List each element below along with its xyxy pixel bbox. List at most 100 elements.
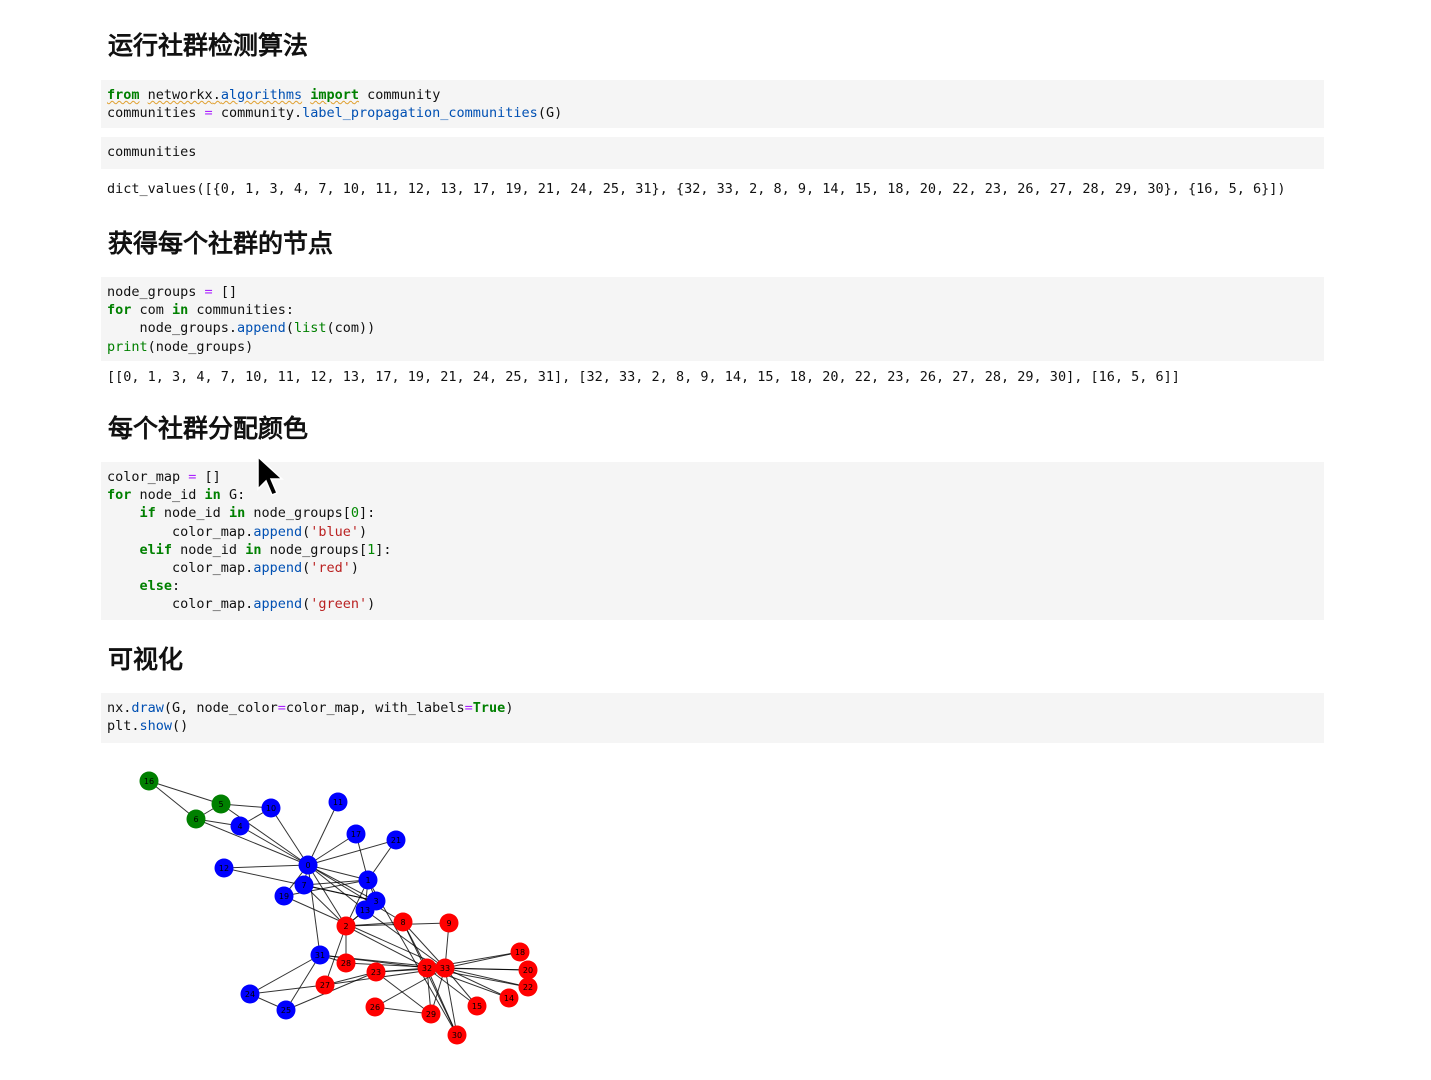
- graph-node-14: 14: [499, 988, 519, 1008]
- code-token: node_groups[: [261, 541, 368, 558]
- graph-node-label: 28: [341, 959, 351, 968]
- builtin: list: [293, 320, 327, 337]
- graph-node-7: 7: [294, 875, 314, 895]
- code-token: communities:: [188, 302, 294, 319]
- graph-edge-25-31: [285, 954, 321, 1011]
- graph-node-label: 22: [523, 983, 533, 992]
- graph-node-30: 30: [447, 1025, 467, 1045]
- network-graph-plot: 012345678 9101112131415161718192021222324…: [139, 771, 538, 1045]
- keyword-from: from: [107, 87, 140, 103]
- section-title-assign-colors: 每个社群分配颜色: [108, 414, 309, 443]
- graph-node-31: 31: [310, 945, 330, 965]
- code-token: (node_groups): [147, 338, 254, 355]
- operator: =: [204, 105, 213, 122]
- graph-node-2: 2: [336, 916, 356, 936]
- graph-node-22: 22: [518, 977, 538, 997]
- code-token: node_groups[: [245, 505, 351, 522]
- module-part: networkx: [147, 87, 213, 103]
- code-token: communities: [107, 105, 197, 122]
- graph-node-11: 11: [328, 792, 348, 812]
- graph-node-label: 4: [237, 822, 242, 831]
- code-cell-2[interactable]: communities: [101, 137, 1324, 169]
- graph-node-5: 5: [211, 794, 231, 814]
- graph-edge-24-31: [249, 954, 321, 995]
- graph-node-label: 15: [472, 1002, 482, 1011]
- operator: =: [464, 700, 473, 716]
- graph-node-label: 29: [426, 1010, 436, 1019]
- graph-node-33: 33: [435, 958, 455, 978]
- graph-node-15: 15: [467, 996, 487, 1016]
- graph-node-12: 12: [214, 858, 234, 878]
- graph-node-label: 0: [305, 861, 310, 870]
- graph-node-23: 23: [366, 962, 386, 982]
- graph-node-13: 13: [355, 900, 375, 920]
- keyword: for: [107, 302, 132, 319]
- graph-node-label: 14: [504, 994, 514, 1003]
- keyword: in: [228, 505, 246, 522]
- module-dot: .: [212, 87, 221, 103]
- code-cell-3-source: node_groups = [] for com in communities:…: [107, 283, 1318, 356]
- cell-2-output: dict_values([{0, 1, 3, 4, 7, 10, 11, 12,…: [107, 181, 1286, 197]
- string: 'red': [310, 560, 351, 577]
- code-cell-3[interactable]: node_groups = [] for com in communities:…: [101, 277, 1324, 361]
- code-token: (com)): [326, 320, 376, 337]
- graph-node-label: 5: [218, 800, 223, 809]
- graph-edge-0-10: [270, 807, 309, 866]
- graph-edge-22-33: [444, 967, 529, 988]
- code-cell-5[interactable]: nx.draw(G, node_color=color_map, with_la…: [101, 693, 1324, 743]
- graph-node-29: 29: [421, 1004, 441, 1024]
- graph-node-4: 4: [230, 816, 250, 836]
- section-title-community-nodes: 获得每个社群的节点: [108, 229, 334, 258]
- code-token: node_id: [172, 541, 246, 558]
- code-cell-1[interactable]: from networkx.algorithms import communit…: [101, 80, 1324, 128]
- graph-edge-14-33: [444, 967, 510, 999]
- mouse-cursor-icon: [257, 455, 284, 496]
- graph-node-label: 31: [315, 951, 325, 960]
- code-token: node_groups: [107, 284, 205, 300]
- graph-node-label: 2: [343, 922, 348, 931]
- graph-edge-1-7: [303, 879, 369, 886]
- graph-node-label: 11: [333, 798, 343, 807]
- code-token: (G, node_color: [163, 700, 278, 716]
- keyword: for: [107, 487, 132, 504]
- module-part: algorithms: [220, 87, 303, 103]
- graph-node-0: 0: [298, 855, 318, 875]
- code-token: com: [131, 302, 173, 319]
- graph-node-16: 16: [139, 771, 159, 791]
- graph-node-label: 19: [279, 892, 289, 901]
- string: 'green': [310, 596, 368, 613]
- import-name: community: [367, 87, 441, 103]
- code-token: (G): [537, 105, 563, 122]
- graph-node-label: 27: [320, 981, 330, 990]
- code-token: ): [359, 523, 368, 540]
- function-name: append: [253, 596, 303, 613]
- graph-node-26: 26: [365, 997, 385, 1017]
- graph-node-label: 13: [360, 906, 370, 915]
- keyword: in: [204, 487, 221, 504]
- code-token: (: [302, 560, 311, 577]
- code-token: color_map.: [107, 596, 254, 613]
- section-title-community-detection: 运行社群检测算法: [108, 31, 309, 60]
- graph-edge-0-21: [307, 839, 397, 866]
- graph-node-label: 30: [452, 1031, 462, 1040]
- graph-edge-0-2: [307, 864, 347, 927]
- code-token: (: [302, 596, 311, 613]
- graph-node-label: 10: [266, 804, 276, 813]
- code-token: ]:: [359, 505, 376, 522]
- graph-edge-24-27: [249, 984, 326, 995]
- graph-edges: [148, 780, 529, 1036]
- graph-node-20: 20: [518, 960, 538, 980]
- code-token: node_id: [131, 487, 205, 504]
- graph-edge-0-12: [223, 864, 309, 869]
- code-token: color_map, with_labels: [285, 700, 465, 716]
- graph-nodes: 012345678 9101112131415161718192021222324…: [139, 771, 538, 1045]
- function-name: append: [253, 523, 303, 540]
- code-cell-4-source: color_map = [] for node_id in G: if node…: [107, 468, 1318, 614]
- function-name: show: [139, 718, 173, 735]
- code-token: community.: [220, 105, 303, 122]
- graph-node-32: 32: [417, 958, 437, 978]
- section-title-visualization: 可视化: [108, 645, 184, 674]
- graph-node-label: 23: [371, 968, 381, 977]
- graph-node-label: 1: [365, 876, 370, 885]
